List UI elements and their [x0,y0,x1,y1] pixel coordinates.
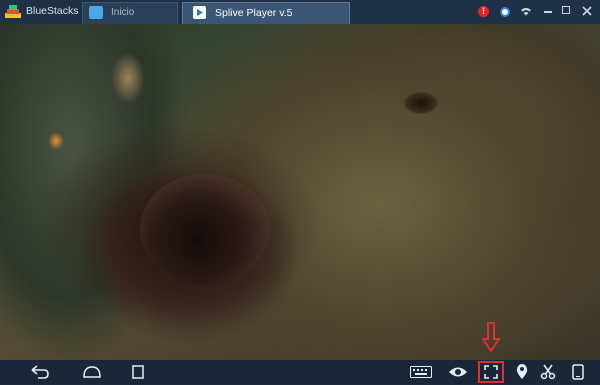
fullscreen-button[interactable] [478,361,504,383]
bottom-bar [0,360,600,384]
tab-inicio[interactable]: Inicio [82,2,178,24]
home-icon [83,366,101,378]
rotate-button[interactable] [566,362,590,382]
maximize-icon[interactable] [562,6,570,14]
phone-rotate-icon [572,364,584,380]
app-name: BlueStacks [26,5,79,17]
location-pin-icon [516,364,528,379]
tab-label: Inicio [111,7,135,18]
animal-nose [140,174,270,284]
tab-splive-player[interactable]: Splive Player v.5 [182,2,350,24]
cut-button[interactable] [536,362,560,382]
alert-icon[interactable]: ! [478,6,489,17]
back-button[interactable] [28,362,52,382]
wifi-icon [521,8,531,16]
eye-button[interactable] [446,362,470,382]
red-arrow-annotation-icon [482,322,500,352]
eye-icon [449,367,467,377]
ember-decoration [48,132,64,150]
home-button[interactable] [80,362,104,382]
back-icon [31,365,49,379]
bluestacks-logo-icon [5,5,21,18]
animal-eye [404,92,438,114]
recent-apps-icon [132,365,144,379]
sparks-decoration [108,48,148,108]
splive-icon [193,6,206,19]
minimize-icon[interactable] [544,11,552,13]
fullscreen-icon [484,365,498,379]
keyboard-icon [410,366,432,378]
video-frame[interactable] [0,24,600,360]
location-button[interactable] [510,362,534,382]
home-icon [89,6,103,19]
account-icon[interactable] [500,7,510,17]
keyboard-button[interactable] [408,362,434,382]
recent-apps-button[interactable] [126,362,150,382]
title-bar: BlueStacks Inicio Splive Player v.5 ! [0,0,600,24]
tab-label: Splive Player v.5 [215,7,293,19]
scissors-icon [540,364,556,380]
close-icon[interactable] [582,6,592,16]
